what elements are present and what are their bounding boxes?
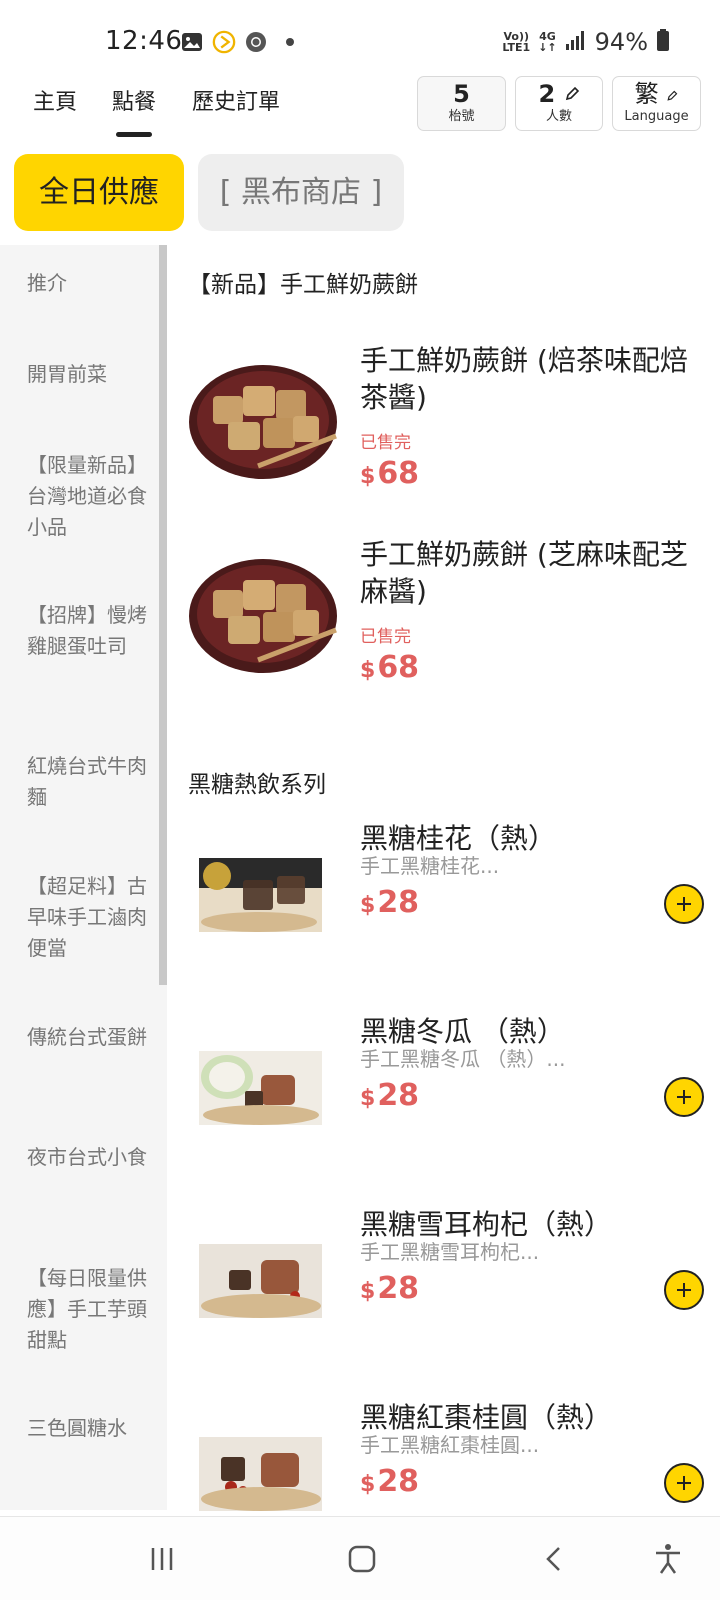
menu-item[interactable]: 手工鮮奶蕨餅 (芝麻味配芝麻醬) 已售完 $68	[170, 536, 720, 706]
item-description: 手工黑糖冬瓜 （熱）...	[360, 1047, 566, 1071]
notification-icons	[180, 30, 300, 54]
category-sidebar: 推介 開胃前菜 【限量新品】台灣地道必食小品 【招牌】慢烤雞腿蛋吐司 紅燒台式牛…	[0, 245, 167, 1510]
sidebar-scrollbar[interactable]	[159, 245, 167, 985]
battery-percent: 94%	[594, 28, 648, 56]
recent-apps-icon	[151, 1548, 173, 1570]
sidebar-item-taro-desserts[interactable]: 【每日限量供應】手工芋頭甜點	[27, 1263, 147, 1356]
pencil-icon	[564, 80, 580, 108]
table-number-button[interactable]: 5 枱號	[417, 76, 506, 131]
people-count: 2	[538, 80, 556, 108]
plus-icon	[677, 897, 691, 911]
play-circle-icon	[212, 30, 236, 54]
menu-store-chip[interactable]: [ 黑布商店 ]	[198, 154, 404, 231]
add-to-cart-button[interactable]	[664, 884, 704, 924]
system-nav-bar	[0, 1516, 720, 1600]
sidebar-item-night-market-snacks[interactable]: 夜市台式小食	[27, 1142, 147, 1173]
sidebar-item-beef-noodles[interactable]: 紅燒台式牛肉麵	[27, 751, 147, 813]
status-time: 12:46	[105, 26, 183, 56]
accessibility-button[interactable]	[648, 1539, 688, 1579]
brown-sugar-red-date-image	[199, 1437, 322, 1515]
item-description: 手工黑糖桂花...	[360, 854, 500, 878]
section-title-brown-sugar-drinks: 黑糖熱飲系列	[188, 772, 326, 798]
chrome-icon	[244, 30, 268, 54]
add-to-cart-button[interactable]	[664, 1270, 704, 1310]
plus-icon	[677, 1476, 691, 1490]
brown-sugar-osmanthus-image	[199, 858, 322, 936]
menu-item[interactable]: 黑糖雪耳枸杞（熱） 手工黑糖雪耳枸杞... $28	[170, 1206, 720, 1366]
plus-icon	[677, 1090, 691, 1104]
item-price: $28	[360, 885, 420, 920]
home-button[interactable]	[342, 1539, 382, 1579]
sidebar-item-egg-pancake[interactable]: 傳統台式蛋餅	[27, 1022, 147, 1053]
menu-all-day-chip[interactable]: 全日供應	[14, 154, 184, 231]
status-bar: 12:46 Vo)) LTE1 4G ↓↑ 94%	[0, 0, 720, 86]
pencil-icon	[666, 80, 678, 108]
sidebar-item-chicken-toast[interactable]: 【招牌】慢烤雞腿蛋吐司	[27, 600, 147, 662]
recent-apps-button[interactable]	[142, 1539, 182, 1579]
menu-item[interactable]: 黑糖桂花（熱） 手工黑糖桂花... $28	[170, 820, 720, 980]
sold-out-label: 已售完	[360, 627, 411, 647]
brown-sugar-winter-melon-image	[199, 1051, 322, 1129]
section-title-warabi: 【新品】手工鮮奶蕨餅	[188, 272, 418, 298]
add-to-cart-button[interactable]	[664, 1463, 704, 1503]
table-number: 5	[453, 80, 470, 108]
sidebar-item-appetizers[interactable]: 開胃前菜	[27, 359, 147, 390]
item-name: 手工鮮奶蕨餅 (焙茶味配焙茶醬)	[360, 344, 688, 414]
sold-out-label: 已售完	[360, 433, 411, 453]
network-type: 4G ↓↑	[538, 30, 557, 54]
battery-icon	[656, 28, 670, 56]
item-name: 手工鮮奶蕨餅 (芝麻味配芝麻醬)	[360, 538, 688, 608]
item-description: 手工黑糖紅棗桂圓...	[360, 1433, 540, 1457]
plus-icon	[677, 1283, 691, 1297]
dot-icon	[276, 30, 300, 54]
warabi-sesame-image	[188, 550, 338, 679]
people-count-button[interactable]: 2 人數	[515, 76, 603, 131]
add-to-cart-button[interactable]	[664, 1077, 704, 1117]
item-price: $68	[360, 650, 420, 685]
table-number-label: 枱號	[448, 109, 475, 124]
item-price: $28	[360, 1271, 420, 1306]
accessibility-icon	[656, 1544, 680, 1574]
back-icon	[546, 1547, 560, 1571]
sidebar-item-braised-pork-bento[interactable]: 【超足料】古早味手工滷肉便當	[27, 871, 147, 964]
menu-item[interactable]: 手工鮮奶蕨餅 (焙茶味配焙茶醬) 已售完 $68	[170, 342, 720, 512]
tab-order[interactable]: 點餐	[112, 88, 156, 138]
item-price: $28	[360, 1464, 420, 1499]
system-indicators: Vo)) LTE1 4G ↓↑ 94%	[502, 28, 670, 56]
signal-icon	[565, 29, 587, 55]
tab-home[interactable]: 主頁	[33, 88, 77, 138]
language-value: 繁	[634, 80, 659, 108]
brown-sugar-snow-fungus-image	[199, 1244, 322, 1322]
item-description: 手工黑糖雪耳枸杞...	[360, 1240, 540, 1264]
language-label: Language	[624, 109, 689, 124]
sidebar-item-recommended[interactable]: 推介	[27, 268, 147, 299]
menu-item[interactable]: 黑糖冬瓜 （熱） 手工黑糖冬瓜 （熱）... $28	[170, 1013, 720, 1173]
warabi-houjicha-image	[188, 356, 338, 485]
sidebar-item-tricolor-balls[interactable]: 三色圓糖水	[27, 1413, 147, 1444]
back-button[interactable]	[535, 1539, 575, 1579]
item-price: $28	[360, 1078, 420, 1113]
item-price: $68	[360, 456, 420, 491]
gallery-icon	[180, 30, 204, 54]
sidebar-item-limited-taiwan-snacks[interactable]: 【限量新品】台灣地道必食小品	[27, 450, 147, 543]
volte-indicator: Vo)) LTE1	[502, 30, 531, 54]
language-button[interactable]: 繁 Language	[612, 76, 701, 131]
home-icon	[348, 1545, 376, 1573]
people-count-label: 人數	[545, 109, 572, 124]
tab-order-history[interactable]: 歷史訂單	[192, 88, 280, 138]
menu-item[interactable]: 黑糖紅棗桂圓（熱） 手工黑糖紅棗桂圓... $28	[170, 1399, 720, 1516]
